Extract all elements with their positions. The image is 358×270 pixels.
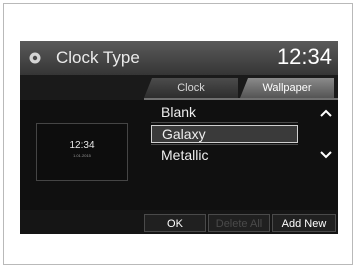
ok-button[interactable]: OK [144,214,206,232]
tab-wallpaper[interactable]: Wallpaper [240,78,334,98]
list-item-blank[interactable]: Blank [151,103,298,121]
list-divider [151,144,298,145]
delete-all-button[interactable]: Delete All [208,214,270,232]
title-bar: Clock Type 12:34 [20,41,338,75]
wallpaper-preview: 12:34 1.01.2015 [36,123,128,181]
list-divider [151,122,298,123]
gear-icon [29,52,41,64]
tab-bar: Clock Wallpaper [144,78,336,98]
content-area: 12:34 1.01.2015 Blank Galaxy Metallic [20,100,338,210]
clock-type-screen: Clock Type 12:34 Clock Wallpaper 12:34 1… [20,41,338,234]
chevron-down-icon[interactable] [318,149,334,161]
list-item-galaxy[interactable]: Galaxy [151,125,298,143]
preview-date: 1.01.2015 [73,153,91,158]
action-bar: OK Delete All Add New [20,210,338,234]
chevron-up-icon[interactable] [318,107,334,119]
preview-time: 12:34 [69,140,95,151]
tab-clock[interactable]: Clock [144,78,238,98]
list-item-metallic[interactable]: Metallic [151,146,298,164]
add-new-button[interactable]: Add New [272,214,336,232]
header-clock: 12:34 [276,44,332,69]
page-title: Clock Type [56,48,140,67]
